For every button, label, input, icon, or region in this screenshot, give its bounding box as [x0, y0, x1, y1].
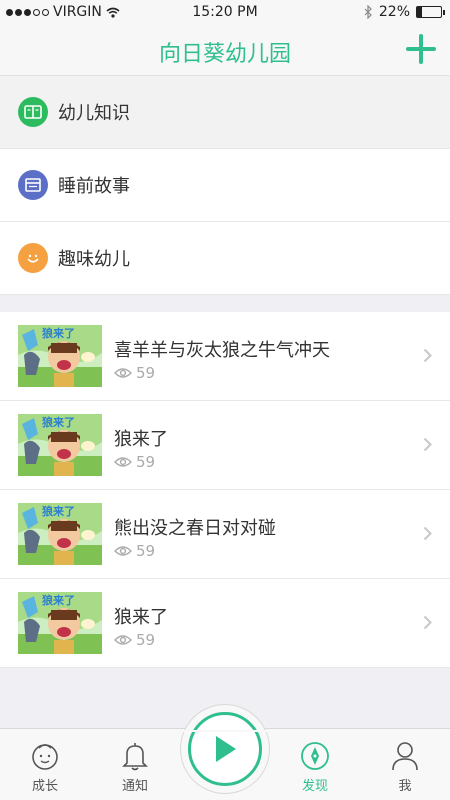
category-label: 幼儿知识: [58, 103, 130, 124]
eye-icon: [114, 457, 132, 467]
svg-text:狼来了: 狼来了: [42, 415, 75, 429]
story-row[interactable]: 狼来了 狼来了 59: [0, 579, 450, 668]
svg-text:狼来了: 狼来了: [42, 326, 75, 340]
story-title: 喜羊羊与灰太狼之牛气冲天: [114, 340, 330, 361]
story-row[interactable]: 狼来了 熊出没之春日对对碰 59: [0, 490, 450, 579]
window-icon: [18, 170, 48, 200]
chevron-right-icon: [423, 348, 432, 363]
page-title: 向日葵幼儿园: [158, 42, 291, 67]
story-title: 熊出没之春日对对碰: [114, 518, 276, 539]
status-right: 22%: [364, 4, 445, 20]
story-list: 狼来了 喜羊羊与灰太狼之牛气冲天 59 狼来了 狼来了 59 狼来了 熊出没之春…: [0, 312, 450, 668]
battery-icon: [416, 6, 445, 18]
view-count-value: 59: [136, 364, 156, 382]
tab-growth[interactable]: 成长: [0, 729, 90, 800]
battery-percent: 22%: [378, 4, 410, 20]
tab-discover[interactable]: 发现: [270, 729, 360, 800]
eye-icon: [114, 635, 132, 645]
tab-label: 发现: [301, 779, 328, 794]
bell-icon: [119, 740, 151, 772]
view-count-value: 59: [136, 453, 156, 471]
book-icon: [18, 97, 48, 127]
story-row[interactable]: 狼来了 喜羊羊与灰太狼之牛气冲天 59: [0, 312, 450, 401]
smile-icon: [18, 243, 48, 273]
story-thumbnail: 狼来了: [18, 503, 102, 565]
view-count-value: 59: [136, 631, 156, 649]
play-icon: [216, 736, 236, 762]
view-count: 59: [114, 364, 155, 382]
category-label: 趣味幼儿: [58, 249, 130, 270]
svg-text:狼来了: 狼来了: [42, 504, 75, 518]
view-count: 59: [114, 453, 155, 471]
tab-me[interactable]: 我: [360, 729, 450, 800]
play-button-ring: [188, 712, 262, 786]
tab-bar: 成长 通知 发现 我: [0, 704, 450, 800]
story-title: 狼来了: [114, 607, 168, 628]
tab-notifications[interactable]: 通知: [90, 729, 180, 800]
story-thumbnail: 狼来了: [18, 325, 102, 387]
category-list: 幼儿知识 睡前故事 趣味幼儿: [0, 76, 450, 295]
tab-bar-divider-mask: [181, 730, 269, 732]
chevron-right-icon: [423, 437, 432, 452]
center-play-button[interactable]: [180, 704, 270, 794]
story-thumbnail: 狼来了: [18, 592, 102, 654]
status-bar: VIRGIN 15:20 PM 22%: [0, 0, 450, 24]
category-item-bedtime-stories[interactable]: 睡前故事: [0, 149, 450, 222]
view-count: 59: [114, 631, 155, 649]
person-icon: [389, 740, 421, 772]
chevron-right-icon: [423, 615, 432, 630]
tab-label: 我: [398, 779, 412, 794]
nav-bar: 向日葵幼儿园: [0, 24, 450, 76]
svg-text:狼来了: 狼来了: [42, 593, 75, 607]
view-count-value: 59: [136, 542, 156, 560]
category-item-knowledge[interactable]: 幼儿知识: [0, 76, 450, 149]
eye-icon: [114, 368, 132, 378]
compass-icon: [299, 740, 331, 772]
story-row[interactable]: 狼来了 狼来了 59: [0, 401, 450, 490]
category-label: 睡前故事: [58, 176, 130, 197]
story-title: 狼来了: [114, 429, 168, 450]
baby-face-icon: [29, 740, 61, 772]
eye-icon: [114, 546, 132, 556]
view-count: 59: [114, 542, 155, 560]
tab-label: 成长: [31, 779, 58, 794]
chevron-right-icon: [423, 526, 432, 541]
story-thumbnail: 狼来了: [18, 414, 102, 476]
add-button[interactable]: [406, 34, 436, 64]
category-item-fun[interactable]: 趣味幼儿: [0, 222, 450, 295]
tab-label: 通知: [121, 779, 148, 794]
bluetooth-icon: [364, 5, 372, 19]
